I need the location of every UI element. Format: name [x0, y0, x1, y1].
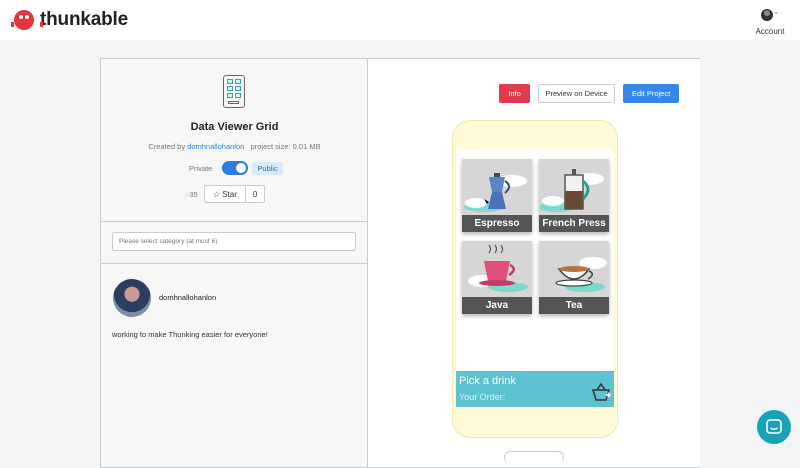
project-title: Data Viewer Grid — [190, 121, 279, 133]
scroll-handle[interactable] — [504, 451, 564, 463]
star-row: ◌35 ☆ Star 0 — [185, 185, 266, 203]
drink-tile-espresso[interactable]: Espresso — [462, 159, 532, 232]
tea-cup-icon — [555, 257, 607, 292]
project-info-panel: Data Viewer Grid Created by domhnallohan… — [101, 59, 368, 467]
drink-label: Espresso — [462, 215, 532, 232]
basket-icon[interactable] — [591, 382, 611, 402]
pick-drink-label: Pick a drink — [459, 375, 516, 387]
your-order-label: Your Order: — [459, 392, 506, 402]
thunkable-logo[interactable]: thunkable — [11, 9, 128, 31]
chat-icon — [766, 419, 782, 434]
account-avatar-icon — [761, 9, 774, 21]
preview-on-device-button[interactable]: Preview on Device — [538, 84, 615, 103]
preview-panel: Info Preview on Device Edit Project Espr… — [368, 59, 700, 467]
divider — [101, 263, 368, 264]
chat-launcher-button[interactable] — [757, 410, 791, 444]
visibility-toggle[interactable] — [222, 161, 249, 175]
divider — [101, 221, 368, 222]
project-size: project size: 0.01 MB — [250, 142, 321, 151]
thunkable-logo-icon — [11, 10, 43, 30]
star-button[interactable]: ☆ Star 0 — [203, 185, 266, 203]
drink-tile-java[interactable]: Java — [462, 241, 532, 314]
drink-tile-french-press[interactable]: French Press — [539, 159, 609, 232]
created-by-label: Created by — [148, 142, 186, 151]
phone-preview: Espresso French Press Java Tea Pick a dr… — [452, 120, 618, 438]
info-button[interactable]: Info — [499, 84, 530, 103]
java-cup-icon — [468, 244, 528, 292]
account-label: Account — [755, 27, 785, 36]
public-badge: Public — [252, 161, 283, 175]
avatar[interactable] — [113, 279, 151, 317]
drink-label: Java — [462, 297, 532, 314]
drink-tile-tea[interactable]: Tea — [539, 241, 609, 314]
french-press-icon — [539, 169, 604, 212]
project-card: Data Viewer Grid Created by domhnallohan… — [100, 58, 700, 468]
star-label: Star — [222, 189, 237, 199]
brand-name: thunkable — [40, 9, 128, 30]
account-menu[interactable]: ⌄ Account — [755, 8, 785, 36]
app-screen: Espresso French Press Java Tea Pick a dr… — [456, 149, 614, 407]
star-icon: ☆ — [212, 189, 220, 199]
edit-project-button[interactable]: Edit Project — [623, 84, 679, 103]
mobile-app-icon — [223, 75, 245, 108]
drink-label: French Press — [539, 215, 609, 232]
category-select[interactable] — [112, 232, 356, 251]
visibility-row: Private Public — [189, 161, 283, 175]
project-meta: Created by domhnallohanlon project size:… — [101, 142, 368, 151]
author-link[interactable]: domhnallohanlon — [187, 142, 244, 151]
espresso-pot-icon — [464, 173, 527, 212]
profile-username[interactable]: domhnallohanlon — [159, 293, 216, 302]
profile-bio: working to make Thunking easier for ever… — [112, 330, 268, 339]
star-count: 0 — [244, 186, 264, 202]
chevron-down-icon: ⌄ — [773, 9, 779, 16]
copies-count: ◌35 — [185, 189, 198, 199]
drink-label: Tea — [539, 297, 609, 314]
order-bar: Pick a drink Your Order: — [456, 371, 614, 407]
private-label: Private — [189, 163, 213, 173]
top-bar: thunkable ⌄ Account — [0, 0, 800, 40]
